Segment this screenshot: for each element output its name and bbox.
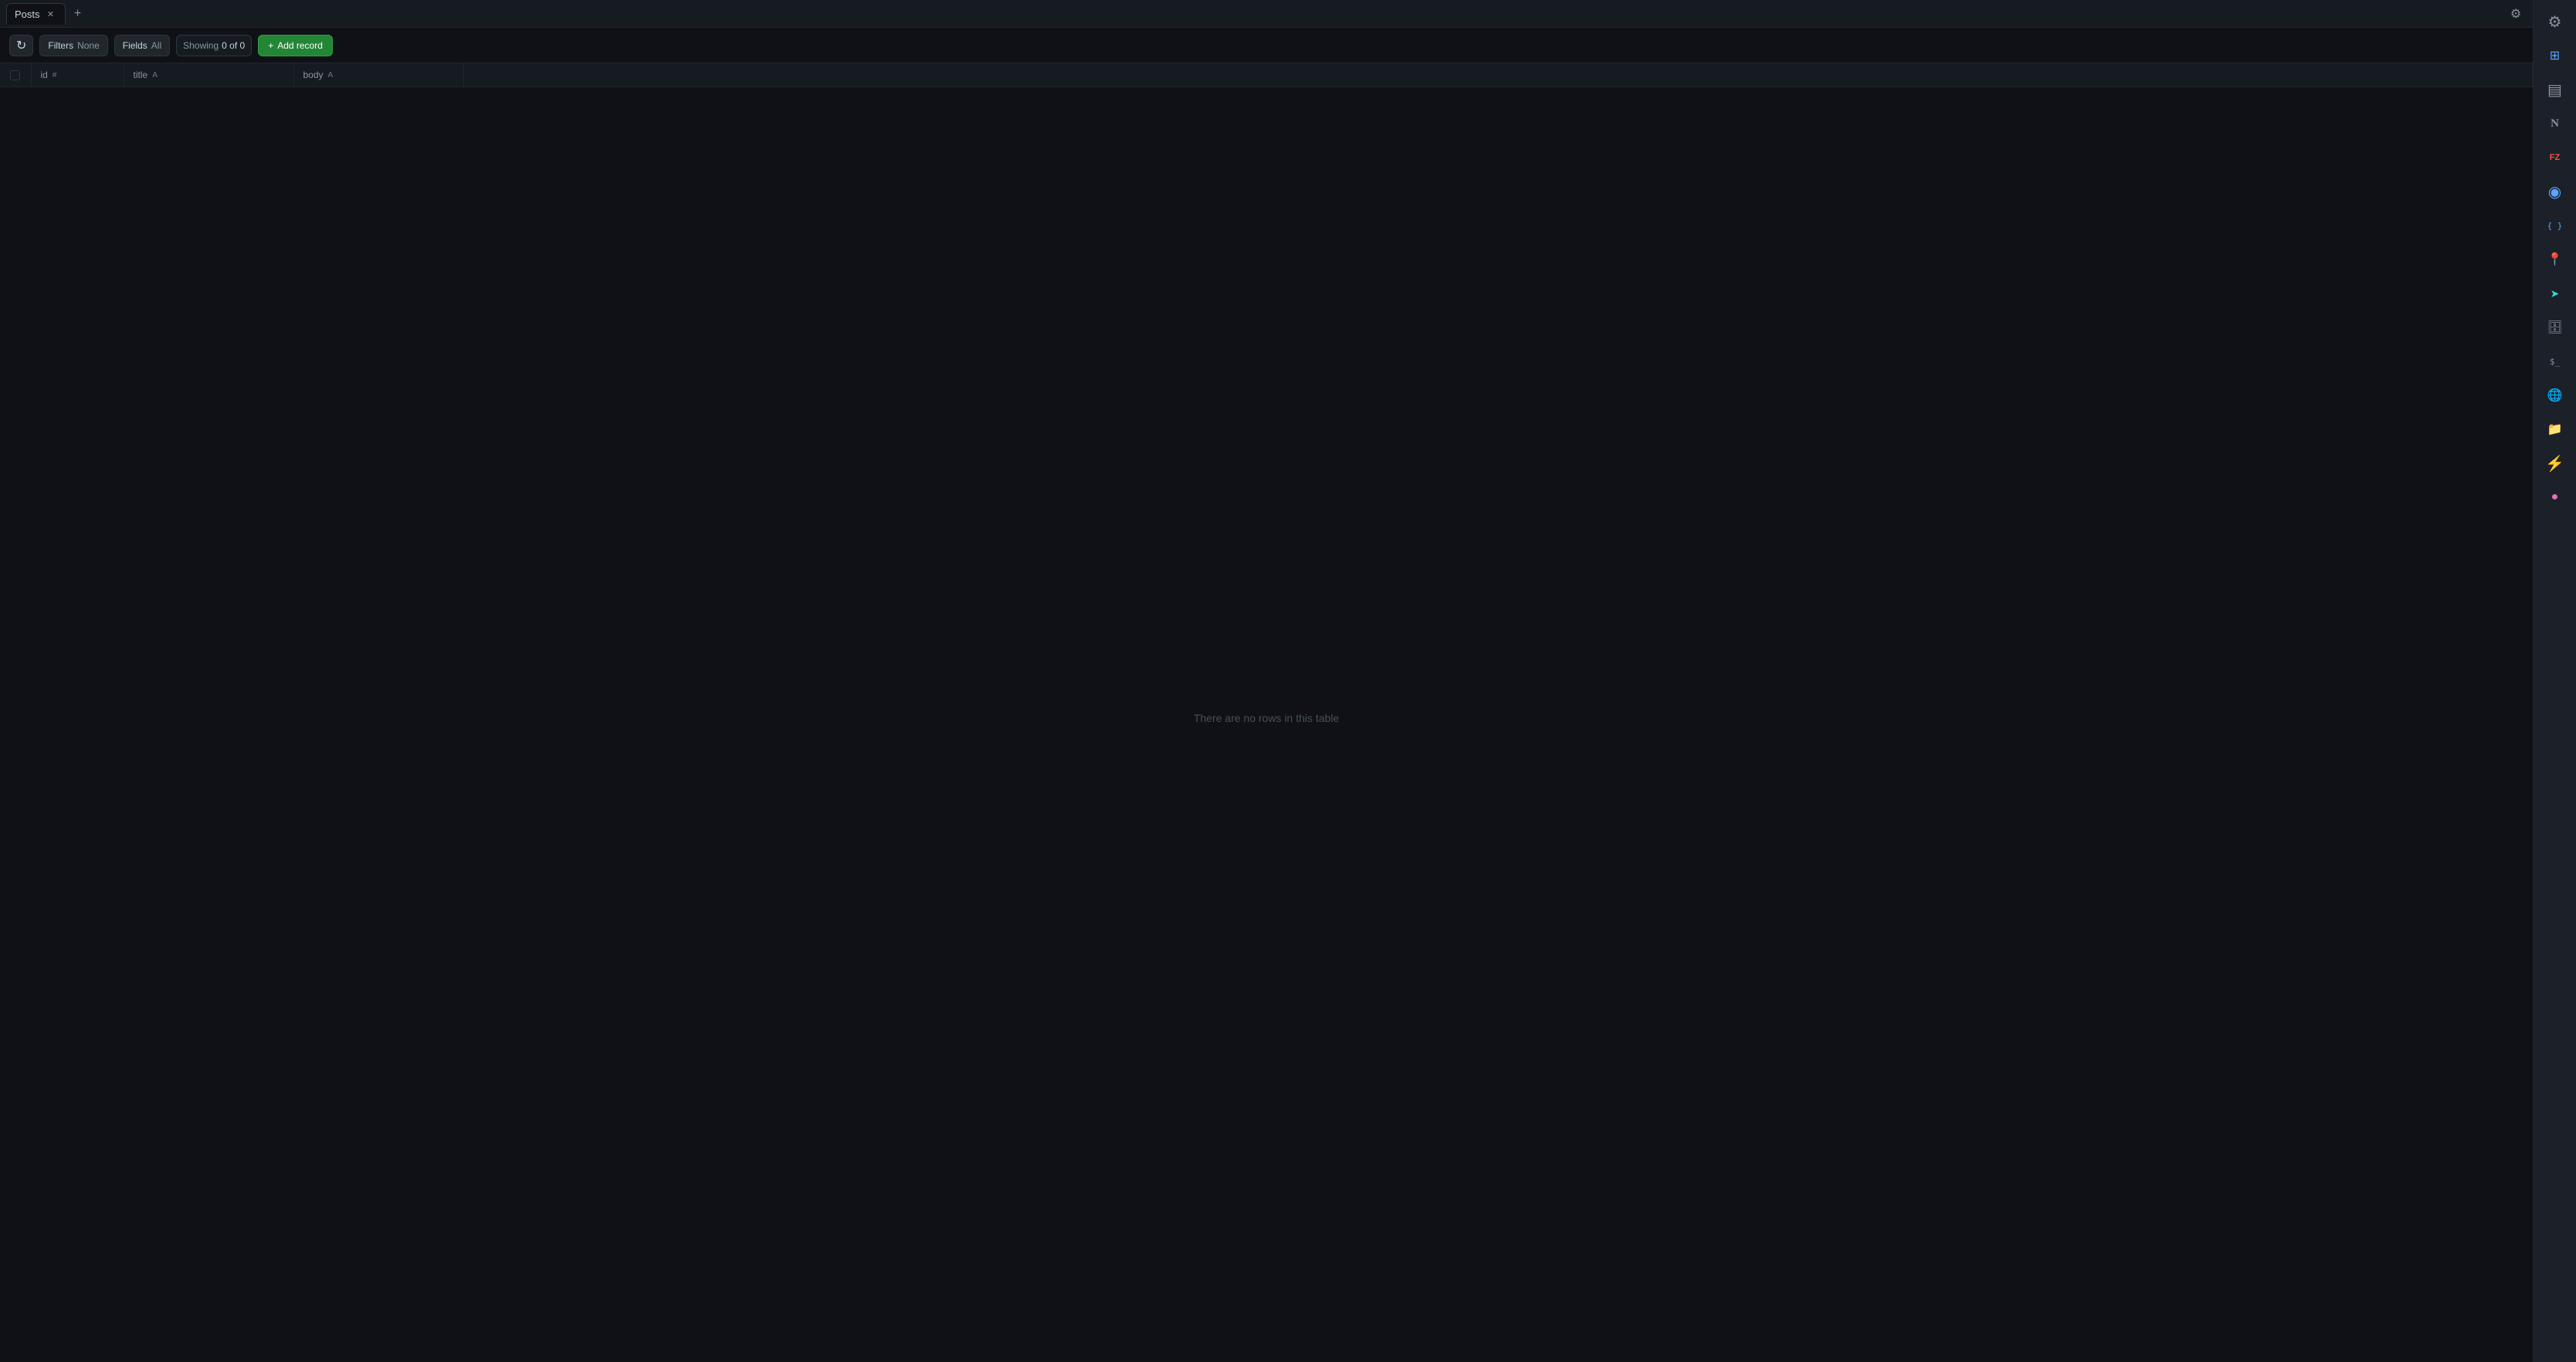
add-record-label: Add record bbox=[277, 40, 323, 51]
title-column-header[interactable]: title A bbox=[124, 63, 293, 87]
table-header-row: id # title A body A bbox=[0, 63, 2533, 87]
body-column-header[interactable]: body A bbox=[293, 63, 463, 87]
fields-value: All bbox=[151, 40, 161, 51]
showing-count: 0 of 0 bbox=[222, 40, 245, 51]
filters-button[interactable]: Filters None bbox=[39, 35, 107, 56]
title-col-sort: A bbox=[152, 71, 158, 80]
checkbox-header bbox=[0, 63, 31, 87]
dock-layers-icon[interactable]: ▤ bbox=[2540, 74, 2571, 105]
add-icon: + bbox=[268, 40, 273, 51]
empty-state: There are no rows in this table bbox=[0, 87, 2533, 1349]
dock-globe-icon[interactable]: 🌐 bbox=[2540, 380, 2571, 411]
dock-vscode-icon[interactable]: { } bbox=[2540, 210, 2571, 241]
dock-arrow-icon[interactable]: ➤ bbox=[2540, 278, 2571, 309]
add-tab-button[interactable]: + bbox=[69, 5, 87, 23]
settings-icon-button[interactable]: ⚙ bbox=[2505, 3, 2527, 25]
extra-col-header bbox=[463, 63, 2533, 87]
dock-grid-icon[interactable]: ⊞ bbox=[2540, 40, 2571, 71]
tab-close-button[interactable]: ✕ bbox=[45, 8, 57, 20]
body-col-label: body bbox=[303, 69, 324, 80]
dock-filezilla-icon[interactable]: FZ bbox=[2540, 142, 2571, 173]
dock-notion-icon[interactable]: N bbox=[2540, 108, 2571, 139]
id-col-label: id bbox=[41, 69, 48, 80]
dock-folder-icon[interactable]: 📁 bbox=[2540, 414, 2571, 445]
dock-settings-icon[interactable]: ⚙ bbox=[2540, 6, 2571, 37]
toolbar: ↻ Filters None Fields All Showing 0 of 0… bbox=[0, 28, 2533, 63]
table-header: id # title A body A bbox=[0, 63, 2533, 87]
settings-icon: ⚙ bbox=[2510, 6, 2521, 22]
dock-database-icon[interactable]: 🗄 bbox=[2540, 312, 2571, 343]
filters-value: None bbox=[77, 40, 100, 51]
filters-label: Filters bbox=[48, 40, 73, 51]
refresh-button[interactable]: ↻ bbox=[9, 35, 33, 56]
showing-label: Showing bbox=[183, 40, 219, 51]
fields-button[interactable]: Fields All bbox=[114, 35, 170, 56]
add-record-button[interactable]: + Add record bbox=[258, 35, 333, 56]
table-container: id # title A body A bbox=[0, 63, 2533, 1362]
dock-maps-icon[interactable]: 📍 bbox=[2540, 244, 2571, 275]
tab-label: Posts bbox=[15, 8, 40, 20]
data-table: id # title A body A bbox=[0, 63, 2533, 87]
right-dock: ⚙ ⊞ ▤ N FZ ◉ { } 📍 ➤ 🗄 $_ 🌐 📁 ⚡ ● bbox=[2533, 0, 2576, 1362]
main-content: Posts ✕ + ⚙ ↻ Filters None Fields All bbox=[0, 0, 2533, 1362]
dock-extra-icon[interactable]: ● bbox=[2540, 482, 2571, 513]
id-col-type: # bbox=[53, 71, 57, 80]
dock-chrome-icon[interactable]: ◉ bbox=[2540, 176, 2571, 207]
body-col-sort: A bbox=[328, 71, 334, 80]
dock-terminal-icon[interactable]: $_ bbox=[2540, 346, 2571, 377]
refresh-icon: ↻ bbox=[16, 38, 26, 53]
title-col-label: title bbox=[134, 69, 148, 80]
showing-badge: Showing 0 of 0 bbox=[176, 35, 252, 56]
dock-bolt-icon[interactable]: ⚡ bbox=[2540, 448, 2571, 479]
empty-message: There are no rows in this table bbox=[1194, 712, 1339, 724]
id-column-header[interactable]: id # bbox=[31, 63, 124, 87]
fields-label: Fields bbox=[123, 40, 147, 51]
tab-bar: Posts ✕ + ⚙ bbox=[0, 0, 2533, 28]
posts-tab[interactable]: Posts ✕ bbox=[6, 3, 66, 25]
select-all-checkbox[interactable] bbox=[10, 70, 20, 80]
